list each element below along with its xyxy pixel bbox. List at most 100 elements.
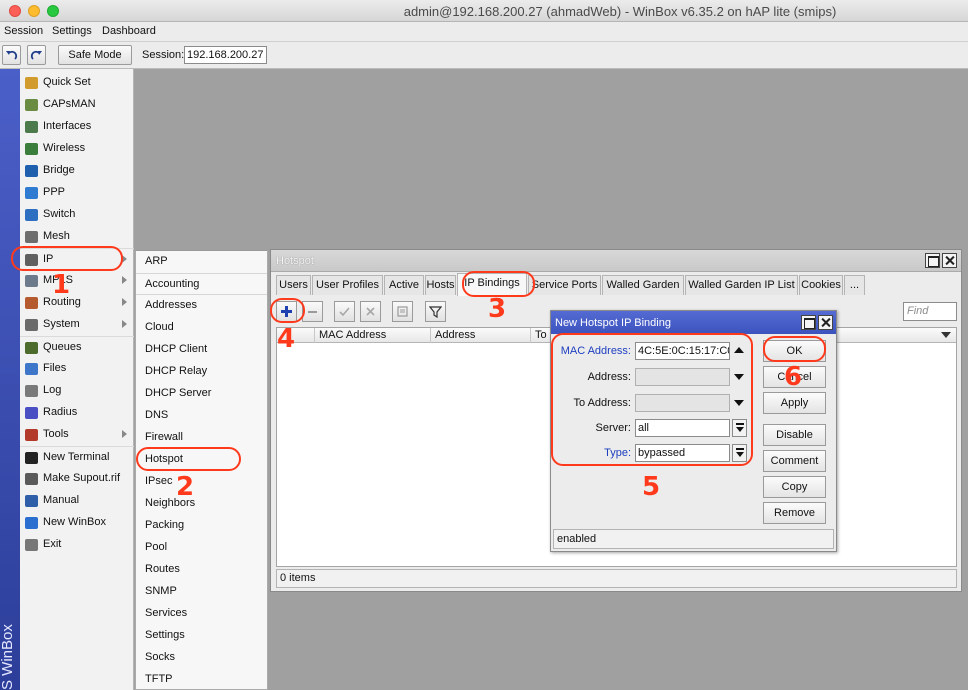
submenu-item-cloud[interactable]: Cloud (136, 317, 267, 339)
submenu-item-dhcp-relay[interactable]: DHCP Relay (136, 361, 267, 383)
exit-icon (25, 539, 38, 551)
disable-button[interactable] (360, 301, 381, 322)
sidebar-item-label: CAPsMAN (43, 98, 96, 110)
annotation-number-6: 6 (784, 362, 803, 392)
submenu-arrow-icon (122, 430, 127, 438)
submenu-item-dhcp-server[interactable]: DHCP Server (136, 383, 267, 405)
sidebar-item-new-winbox[interactable]: New WinBox (20, 512, 134, 534)
maximize-icon[interactable] (925, 253, 940, 268)
hotspot-title-bar[interactable]: Hotspot (271, 250, 961, 272)
submenu-item-arp[interactable]: ARP (136, 251, 267, 273)
apply-button[interactable]: Apply (763, 392, 826, 414)
tab-walled-garden-ip-list[interactable]: Walled Garden IP List (685, 275, 798, 295)
bridge-icon (25, 165, 38, 177)
sidebar-item-label: New WinBox (43, 516, 106, 528)
submenu-item-ipsec[interactable]: IPsec (136, 471, 267, 493)
sidebar-item-log[interactable]: Log (20, 380, 134, 402)
safe-mode-button[interactable]: Safe Mode (58, 45, 132, 65)
sidebar-item-new-terminal[interactable]: New Terminal (20, 446, 134, 468)
submenu-item-accounting[interactable]: Accounting (136, 273, 267, 295)
find-input[interactable]: Find (903, 302, 957, 321)
winbox-icon (25, 517, 38, 529)
close-window-button[interactable] (9, 5, 21, 17)
minus-icon (308, 311, 317, 313)
submenu-item-services[interactable]: Services (136, 603, 267, 625)
submenu-item-routes[interactable]: Routes (136, 559, 267, 581)
submenu-item-socks[interactable]: Socks (136, 647, 267, 669)
sidebar-item-exit[interactable]: Exit (20, 534, 134, 556)
ppp-icon (25, 187, 38, 199)
submenu-item-tftp[interactable]: TFTP (136, 669, 267, 690)
dialog-title-bar[interactable]: New Hotspot IP Binding (551, 311, 836, 334)
tab-active[interactable]: Active (384, 275, 424, 295)
submenu-item-neighbors[interactable]: Neighbors (136, 493, 267, 515)
sidebar-item-wireless[interactable]: Wireless (20, 138, 134, 160)
submenu-item-firewall[interactable]: Firewall (136, 427, 267, 449)
minimize-window-button[interactable] (28, 5, 40, 17)
zoom-window-button[interactable] (47, 5, 59, 17)
sidebar-item-system[interactable]: System (20, 314, 134, 336)
menu-session[interactable]: Session (4, 25, 43, 37)
sidebar-item-bridge[interactable]: Bridge (20, 160, 134, 182)
tab-service-ports[interactable]: Service Ports (528, 275, 601, 295)
annotation-number-2: 2 (176, 472, 195, 502)
remove-button[interactable] (302, 301, 323, 322)
session-field[interactable]: 192.168.200.27 (184, 46, 267, 64)
sidebar-item-queues[interactable]: Queues (20, 336, 134, 358)
tab-user-profiles[interactable]: User Profiles (312, 275, 383, 295)
sidebar-item-interfaces[interactable]: Interfaces (20, 116, 134, 138)
submenu-item-label: SNMP (145, 585, 177, 597)
tab-cookies[interactable]: Cookies (799, 275, 843, 295)
comment-binding-button[interactable]: Comment (763, 450, 826, 472)
winbox-brand-strip: S WinBox (0, 69, 20, 690)
tab-hosts[interactable]: Hosts (425, 275, 456, 295)
sidebar-item-make-supout-rif[interactable]: Make Supout.rif (20, 468, 134, 490)
submenu-item-dns[interactable]: DNS (136, 405, 267, 427)
annotation-number-5: 5 (642, 472, 661, 502)
sidebar-item-label: Queues (43, 341, 82, 353)
sidebar-item-files[interactable]: Files (20, 358, 134, 380)
sidebar-item-label: Interfaces (43, 120, 92, 132)
menu-dashboard[interactable]: Dashboard (102, 25, 156, 37)
sidebar-item-label: Bridge (43, 164, 75, 176)
column-mac-address[interactable]: MAC Address (315, 328, 431, 343)
sidebar-item-tools[interactable]: Tools (20, 424, 134, 446)
terminal-icon (25, 452, 38, 464)
undo-button[interactable] (2, 45, 21, 65)
redo-icon (30, 50, 42, 60)
column-menu-icon[interactable] (941, 332, 951, 338)
sidebar-item-radius[interactable]: Radius (20, 402, 134, 424)
column-address[interactable]: Address (431, 328, 531, 343)
sidebar-item-routing[interactable]: Routing (20, 292, 134, 314)
sidebar-item-quick-set[interactable]: Quick Set (20, 72, 134, 94)
enable-button[interactable] (334, 301, 355, 322)
menu-settings[interactable]: Settings (52, 25, 92, 37)
submenu-item-snmp[interactable]: SNMP (136, 581, 267, 603)
filter-button[interactable] (425, 301, 446, 322)
sidebar-item-label: Make Supout.rif (43, 472, 121, 484)
log-icon (25, 385, 38, 397)
submenu-item-dhcp-client[interactable]: DHCP Client (136, 339, 267, 361)
sidebar-item-mesh[interactable]: Mesh (20, 226, 134, 248)
submenu-item-settings[interactable]: Settings (136, 625, 267, 647)
dialog-maximize-icon[interactable] (801, 315, 816, 330)
redo-button[interactable] (27, 45, 46, 65)
submenu-item-addresses[interactable]: Addresses (136, 295, 267, 317)
tab-more[interactable]: ... (844, 275, 865, 295)
sidebar-item-ppp[interactable]: PPP (20, 182, 134, 204)
sidebar-item-capsman[interactable]: CAPsMAN (20, 94, 134, 116)
sidebar-item-manual[interactable]: Manual (20, 490, 134, 512)
close-icon[interactable] (942, 253, 957, 268)
submenu-item-packing[interactable]: Packing (136, 515, 267, 537)
remove-binding-button[interactable]: Remove (763, 502, 826, 524)
tab-users[interactable]: Users (276, 275, 311, 295)
submenu-item-pool[interactable]: Pool (136, 537, 267, 559)
copy-button[interactable]: Copy (763, 476, 826, 498)
dialog-close-icon[interactable] (818, 315, 833, 330)
main-toolbar: Safe Mode Session: 192.168.200.27 (0, 42, 968, 69)
sidebar-item-mpls[interactable]: MPLS (20, 270, 134, 292)
sidebar-item-switch[interactable]: Switch (20, 204, 134, 226)
disable-binding-button[interactable]: Disable (763, 424, 826, 446)
comment-button[interactable] (392, 301, 413, 322)
tab-walled-garden[interactable]: Walled Garden (602, 275, 684, 295)
